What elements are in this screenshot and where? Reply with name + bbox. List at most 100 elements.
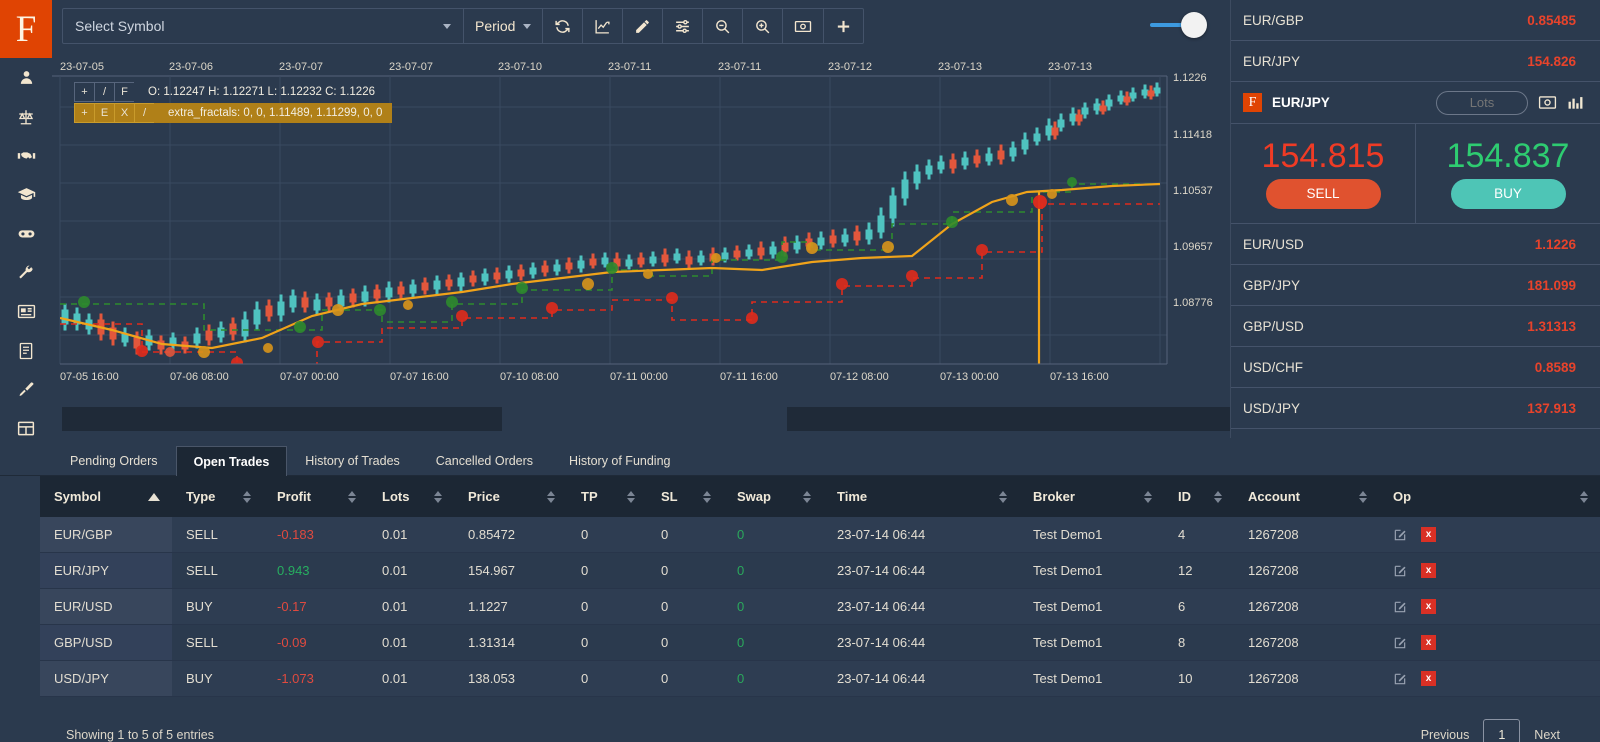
- close-trade-button[interactable]: x: [1421, 527, 1436, 542]
- close-trade-button[interactable]: x: [1421, 563, 1436, 578]
- table-row[interactable]: USD/JPY BUY -1.073 0.01 138.053 0 0 0 23-07-14 0…: [40, 660, 1600, 697]
- add-chart-button[interactable]: [823, 8, 863, 44]
- sidebar-item-education[interactable]: [0, 175, 52, 214]
- indicator-edit-button[interactable]: E: [94, 103, 114, 123]
- column-header-tp[interactable]: TP: [567, 476, 647, 517]
- sort-indicator[interactable]: [348, 490, 356, 503]
- indicator-visibility-button[interactable]: /: [134, 103, 154, 123]
- quote-row[interactable]: USD/JPY 137.913: [1231, 388, 1600, 429]
- sort-indicator[interactable]: [243, 490, 251, 503]
- column-header-profit[interactable]: Profit: [263, 476, 368, 517]
- sidebar-item-news[interactable]: [0, 292, 52, 331]
- chart-settings-button[interactable]: [662, 8, 702, 44]
- buy-button[interactable]: BUY: [1450, 178, 1566, 209]
- tab-open-trades[interactable]: Open Trades: [175, 445, 288, 476]
- one-click-trading-button[interactable]: [782, 8, 823, 44]
- column-header-symbol[interactable]: Symbol: [40, 476, 172, 517]
- edit-trade-button[interactable]: [1393, 672, 1407, 686]
- indicators-button[interactable]: [582, 8, 622, 44]
- sidebar-item-profile[interactable]: [0, 58, 52, 97]
- svg-text:1.11418: 1.11418: [1173, 129, 1212, 141]
- sort-indicator[interactable]: [1214, 490, 1222, 503]
- sidebar-item-themes[interactable]: [0, 370, 52, 409]
- table-row[interactable]: GBP/USD SELL -0.09 0.01 1.31314 0 0 0 23-07-14 0…: [40, 624, 1600, 661]
- quote-row[interactable]: USD/CHF 0.8589: [1231, 347, 1600, 388]
- legend-visibility-button[interactable]: /: [94, 82, 114, 102]
- table-row[interactable]: EUR/USD BUY -0.17 0.01 1.1227 0 0 0 23-07-14 06:…: [40, 588, 1600, 625]
- trade-price: 1.1227: [454, 588, 567, 625]
- legend-add-button[interactable]: +: [74, 82, 94, 102]
- quote-row[interactable]: EUR/USD 1.1226: [1231, 224, 1600, 265]
- indicator-remove-button[interactable]: X: [114, 103, 134, 123]
- column-header-time[interactable]: Time: [823, 476, 1019, 517]
- sort-indicator[interactable]: [547, 490, 555, 503]
- sort-indicator[interactable]: [803, 490, 811, 503]
- tab-pending-orders[interactable]: Pending Orders: [52, 445, 176, 476]
- draw-button[interactable]: [622, 8, 662, 44]
- ticket-banknote-button[interactable]: [1538, 95, 1557, 110]
- quote-row[interactable]: EUR/JPY 154.826: [1231, 41, 1600, 82]
- trade-broker: Test Demo1: [1019, 660, 1164, 697]
- table-row[interactable]: EUR/JPY SELL 0.943 0.01 154.967 0 0 0 23-07-14 0…: [40, 552, 1600, 589]
- legend-format-button[interactable]: F: [114, 82, 134, 102]
- column-header-price[interactable]: Price: [454, 476, 567, 517]
- sidebar-item-partners[interactable]: [0, 136, 52, 175]
- chart-scrollbar-left[interactable]: [62, 407, 502, 431]
- close-trade-button[interactable]: x: [1421, 599, 1436, 614]
- trade-sl: 0: [647, 588, 723, 625]
- sell-button[interactable]: SELL: [1265, 178, 1381, 209]
- sidebar-item-balance[interactable]: [0, 97, 52, 136]
- edit-trade-button[interactable]: [1393, 600, 1407, 614]
- sort-indicator[interactable]: [1580, 490, 1588, 503]
- symbol-select[interactable]: Select Symbol: [63, 8, 463, 44]
- quote-row[interactable]: GBP/USD 1.31313: [1231, 306, 1600, 347]
- tab-cancelled-orders[interactable]: Cancelled Orders: [418, 445, 551, 476]
- column-header-sl[interactable]: SL: [647, 476, 723, 517]
- zoom-in-button[interactable]: [742, 8, 782, 44]
- sort-indicator[interactable]: [434, 490, 442, 503]
- refresh-button[interactable]: [542, 8, 582, 44]
- sort-indicator-asc[interactable]: [148, 492, 160, 501]
- quote-row[interactable]: EUR/GBP 0.85485: [1231, 0, 1600, 41]
- edit-trade-button[interactable]: [1393, 636, 1407, 650]
- price-chart[interactable]: 23-07-05 23-07-06 23-07-07 23-07-07 23-0…: [52, 52, 1230, 407]
- svg-text:1.09657: 1.09657: [1173, 241, 1213, 253]
- sidebar-item-reports[interactable]: [0, 331, 52, 370]
- column-header-broker[interactable]: Broker: [1019, 476, 1164, 517]
- app-logo[interactable]: F: [0, 0, 52, 58]
- column-header-lots[interactable]: Lots: [368, 476, 454, 517]
- one-click-toggle[interactable]: [1150, 11, 1208, 39]
- column-header-type[interactable]: Type: [172, 476, 263, 517]
- close-trade-button[interactable]: x: [1421, 635, 1436, 650]
- column-header-op[interactable]: Op: [1379, 476, 1600, 517]
- column-header-swap[interactable]: Swap: [723, 476, 823, 517]
- indicator-add-button[interactable]: +: [74, 103, 94, 123]
- lots-input[interactable]: [1436, 90, 1528, 115]
- sort-indicator[interactable]: [999, 490, 1007, 503]
- tab-history-of-trades[interactable]: History of Trades: [287, 445, 417, 476]
- trade-operations: x: [1379, 624, 1600, 661]
- quote-row[interactable]: GBP/JPY 181.099: [1231, 265, 1600, 306]
- sort-indicator[interactable]: [703, 490, 711, 503]
- page-number-1[interactable]: 1: [1483, 719, 1521, 742]
- sort-indicator[interactable]: [627, 490, 635, 503]
- tab-history-of-funding[interactable]: History of Funding: [551, 445, 688, 476]
- sort-indicator[interactable]: [1359, 490, 1367, 503]
- column-header-id[interactable]: ID: [1164, 476, 1234, 517]
- close-trade-button[interactable]: x: [1421, 671, 1436, 686]
- edit-trade-button[interactable]: [1393, 528, 1407, 542]
- chart-scrollbar-right[interactable]: [787, 407, 1230, 431]
- sidebar-item-tools[interactable]: [0, 253, 52, 292]
- ticket-chart-button[interactable]: [1567, 95, 1584, 110]
- trade-time: 23-07-14 06:44: [823, 517, 1019, 553]
- next-page-button[interactable]: Next: [1534, 728, 1560, 742]
- sort-indicator[interactable]: [1144, 490, 1152, 503]
- period-select[interactable]: Period: [463, 8, 542, 44]
- zoom-out-button[interactable]: [702, 8, 742, 44]
- edit-trade-button[interactable]: [1393, 564, 1407, 578]
- table-row[interactable]: EUR/GBP SELL -0.183 0.01 0.85472 0 0 0 23-07-14 …: [40, 517, 1600, 553]
- news-card-icon: [17, 304, 35, 319]
- previous-page-button[interactable]: Previous: [1421, 728, 1470, 742]
- column-header-account[interactable]: Account: [1234, 476, 1379, 517]
- sidebar-item-contest[interactable]: [0, 214, 52, 253]
